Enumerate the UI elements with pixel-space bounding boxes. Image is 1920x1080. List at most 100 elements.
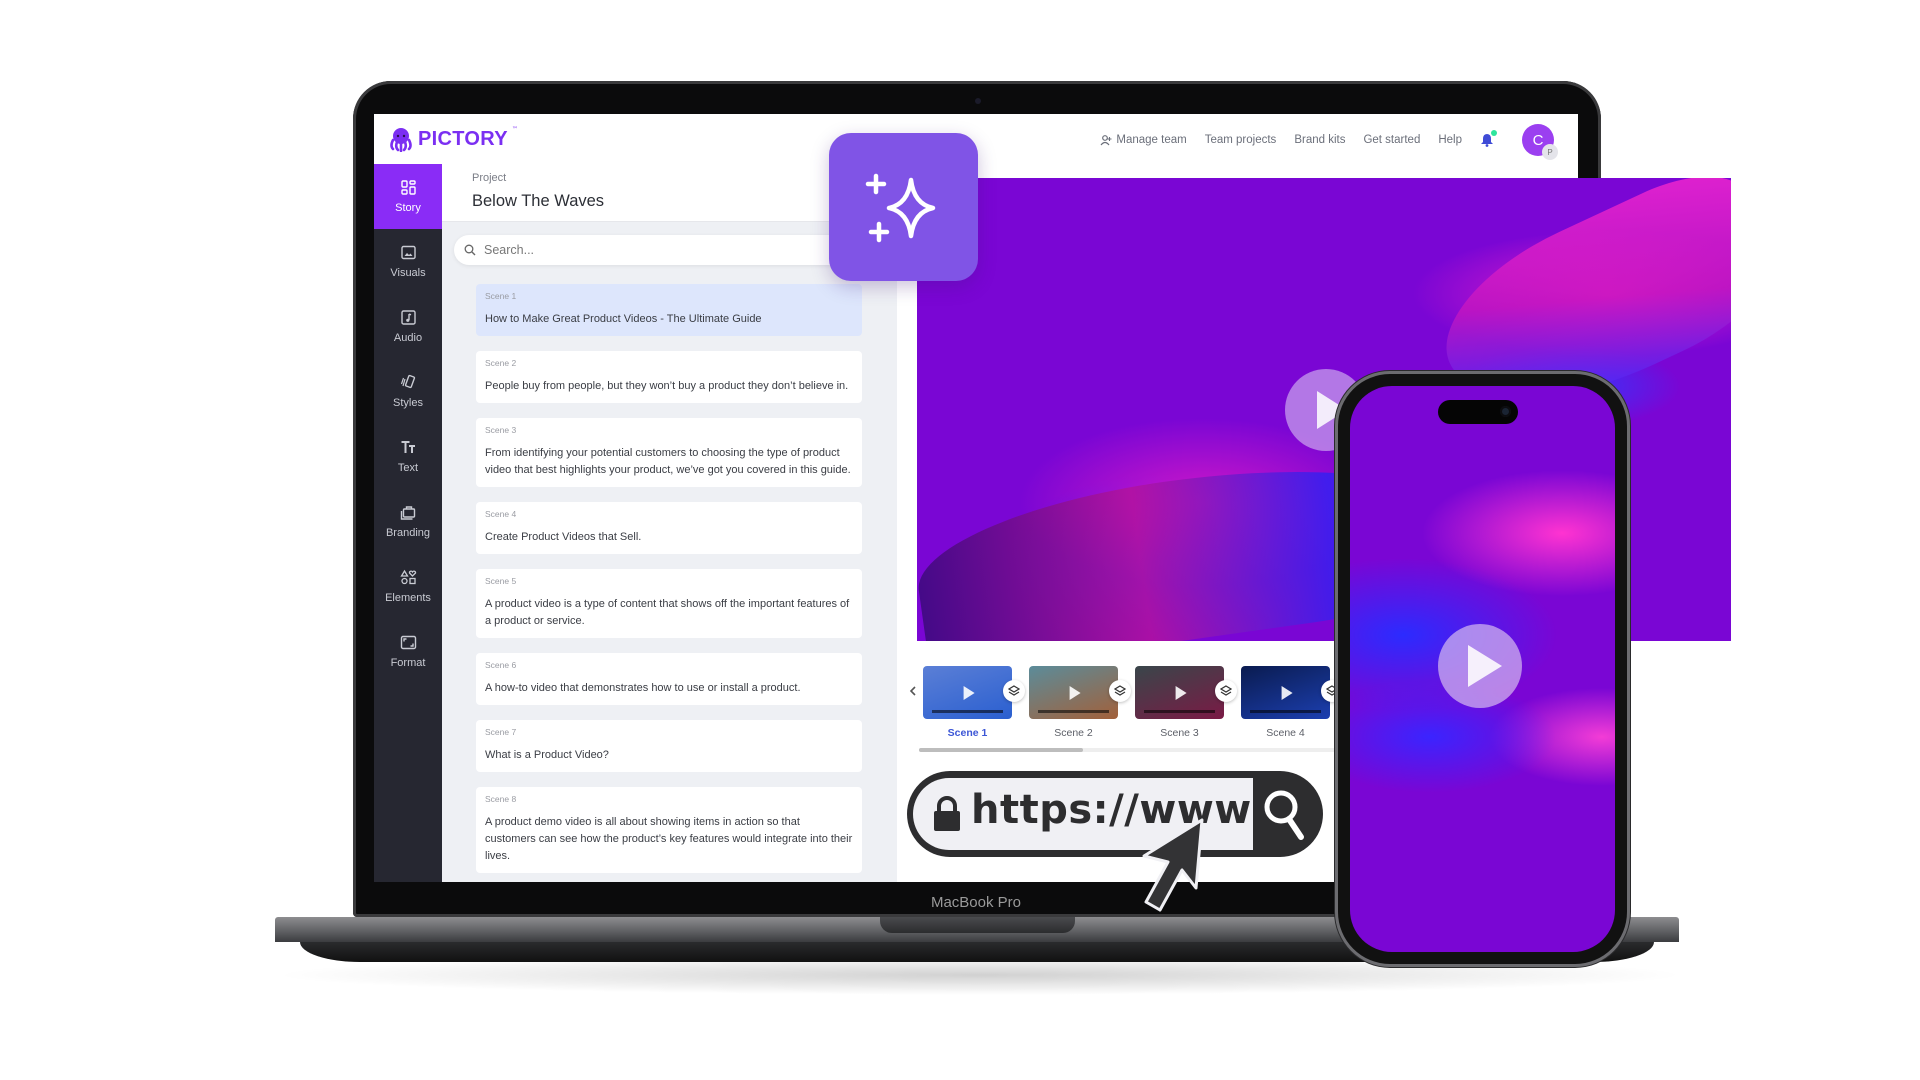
- scene-card[interactable]: Scene 1 How to Make Great Product Videos …: [476, 284, 862, 336]
- sidebar-item-format[interactable]: Format: [374, 619, 442, 684]
- scene-thumbnail-label: Scene 1: [947, 727, 988, 739]
- styles-icon: [400, 374, 415, 389]
- sidebar-label: Audio: [393, 332, 423, 344]
- sidebar-item-branding[interactable]: Branding: [374, 489, 442, 554]
- sidebar-label: Text: [397, 462, 419, 474]
- dynamic-island: [1438, 400, 1518, 424]
- thumbnail-caption-bar: [931, 710, 1004, 713]
- brand-kits-link[interactable]: Brand kits: [1294, 134, 1345, 146]
- scene-text: What is a Product Video?: [485, 749, 609, 761]
- search-icon: [464, 244, 476, 256]
- scene-thumbnail[interactable]: [1135, 666, 1224, 719]
- scene-number: Scene 4: [485, 509, 517, 519]
- thumbnail-play-icon: [1281, 685, 1293, 700]
- sidebar-label: Visuals: [390, 267, 426, 279]
- sidebar-item-elements[interactable]: Elements: [374, 554, 442, 619]
- manage-team-label: Manage team: [1116, 134, 1187, 146]
- sidebar-label: Styles: [393, 397, 423, 409]
- phone-play-button[interactable]: [1438, 624, 1522, 708]
- phone-video-preview[interactable]: [1350, 386, 1615, 952]
- music-icon: [400, 310, 416, 325]
- scene-text: From identifying your potential customer…: [485, 447, 851, 476]
- notifications-button[interactable]: [1480, 130, 1497, 147]
- pictory-logo[interactable]: PICTORY ™: [388, 126, 518, 152]
- timeline-scroll-thumb[interactable]: [919, 748, 1083, 752]
- aspect-ratio-icon: [400, 635, 416, 650]
- team-projects-link[interactable]: Team projects: [1205, 134, 1277, 146]
- scene-thumbnail[interactable]: [1241, 666, 1330, 719]
- scene-list: Scene 1 How to Make Great Product Videos …: [476, 284, 862, 882]
- front-camera: [1500, 406, 1511, 417]
- add-user-icon: [1100, 134, 1112, 145]
- scene-transition-button[interactable]: [1003, 680, 1025, 702]
- layers-icon: [1220, 685, 1232, 696]
- sparkle-icon: [865, 173, 935, 243]
- thumbnail-play-icon: [1175, 685, 1187, 700]
- scene-thumbnail-label: Scene 3: [1160, 727, 1199, 739]
- scene-transition-button[interactable]: [1215, 680, 1237, 702]
- avatar-badge: P: [1542, 144, 1558, 160]
- grid-icon: [400, 180, 416, 195]
- sidebar-label: Story: [395, 202, 421, 214]
- search-input[interactable]: [482, 242, 846, 258]
- layers-icon: [1008, 685, 1020, 696]
- scene-number: Scene 2: [485, 358, 517, 368]
- top-nav: Manage team Team projects Brand kits Get…: [1100, 124, 1558, 160]
- layers-icon: [1114, 685, 1126, 696]
- image-icon: [400, 245, 416, 260]
- scene-number: Scene 5: [485, 576, 517, 586]
- scene-card[interactable]: Scene 8 A product demo video is all about…: [476, 787, 862, 873]
- url-bar-graphic: https://www: [907, 771, 1323, 857]
- sidebar-item-story[interactable]: Story: [374, 164, 442, 229]
- sidebar-label: Format: [390, 657, 426, 669]
- scene-number: Scene 7: [485, 727, 517, 737]
- trademark: ™: [511, 125, 518, 133]
- scene-number: Scene 1: [485, 291, 517, 301]
- manage-team-link[interactable]: Manage team: [1100, 134, 1187, 146]
- ai-feature-tile: [829, 133, 978, 281]
- brand-name: PICTORY: [418, 127, 508, 150]
- notification-dot: [1491, 130, 1497, 136]
- scene-thumbnail-label: Scene 2: [1054, 727, 1093, 739]
- briefcase-icon: [400, 506, 415, 520]
- scene-card[interactable]: Scene 7 What is a Product Video?: [476, 720, 862, 772]
- scene-thumbnail[interactable]: [923, 666, 1012, 719]
- scene-card[interactable]: Scene 6 A how-to video that demonstrates …: [476, 653, 862, 705]
- scene-text: How to Make Great Product Videos - The U…: [485, 313, 762, 325]
- pointer-arrow-icon: [1142, 818, 1204, 912]
- project-title[interactable]: Below The Waves: [472, 192, 604, 211]
- thumbnail-caption-bar: [1143, 710, 1216, 713]
- magnifier-icon: [1264, 790, 1304, 840]
- sidebar-label: Branding: [385, 527, 431, 539]
- get-started-label: Get started: [1363, 134, 1421, 146]
- user-avatar[interactable]: C P: [1522, 124, 1558, 160]
- scene-text: A product demo video is all about showin…: [485, 816, 853, 862]
- shapes-icon: [399, 569, 416, 585]
- sidebar-item-audio[interactable]: Audio: [374, 294, 442, 359]
- thumbnail-caption-bar: [1037, 710, 1110, 713]
- layers-icon: [1326, 685, 1338, 696]
- scene-transition-button[interactable]: [1109, 680, 1131, 702]
- text-icon: [401, 441, 415, 453]
- sidebar-item-styles[interactable]: Styles: [374, 359, 442, 424]
- thumbnail-caption-bar: [1249, 710, 1322, 713]
- scene-number: Scene 8: [485, 794, 517, 804]
- scene-card[interactable]: Scene 2 People buy from people, but they …: [476, 351, 862, 403]
- sidebar-label: Elements: [385, 592, 431, 604]
- sidebar-item-text[interactable]: Text: [374, 424, 442, 489]
- scene-card[interactable]: Scene 5 A product video is a type of cont…: [476, 569, 862, 638]
- scene-card[interactable]: Scene 4 Create Product Videos that Sell.: [476, 502, 862, 554]
- laptop-opening-notch: [880, 917, 1075, 933]
- laptop-model-label: MacBook Pro: [930, 894, 1022, 911]
- octopus-logo-icon: [390, 128, 412, 152]
- scene-text: A how-to video that demonstrates how to …: [485, 682, 801, 694]
- help-link[interactable]: Help: [1438, 134, 1462, 146]
- thumbnail-play-icon: [963, 685, 975, 700]
- get-started-link[interactable]: Get started: [1363, 134, 1420, 146]
- scene-number: Scene 3: [485, 425, 517, 435]
- scene-thumbnail[interactable]: [1029, 666, 1118, 719]
- sidebar-item-visuals[interactable]: Visuals: [374, 229, 442, 294]
- scene-text: Create Product Videos that Sell.: [485, 531, 642, 543]
- thumbnail-play-icon: [1069, 685, 1081, 700]
- scene-card[interactable]: Scene 3 From identifying your potential c…: [476, 418, 862, 487]
